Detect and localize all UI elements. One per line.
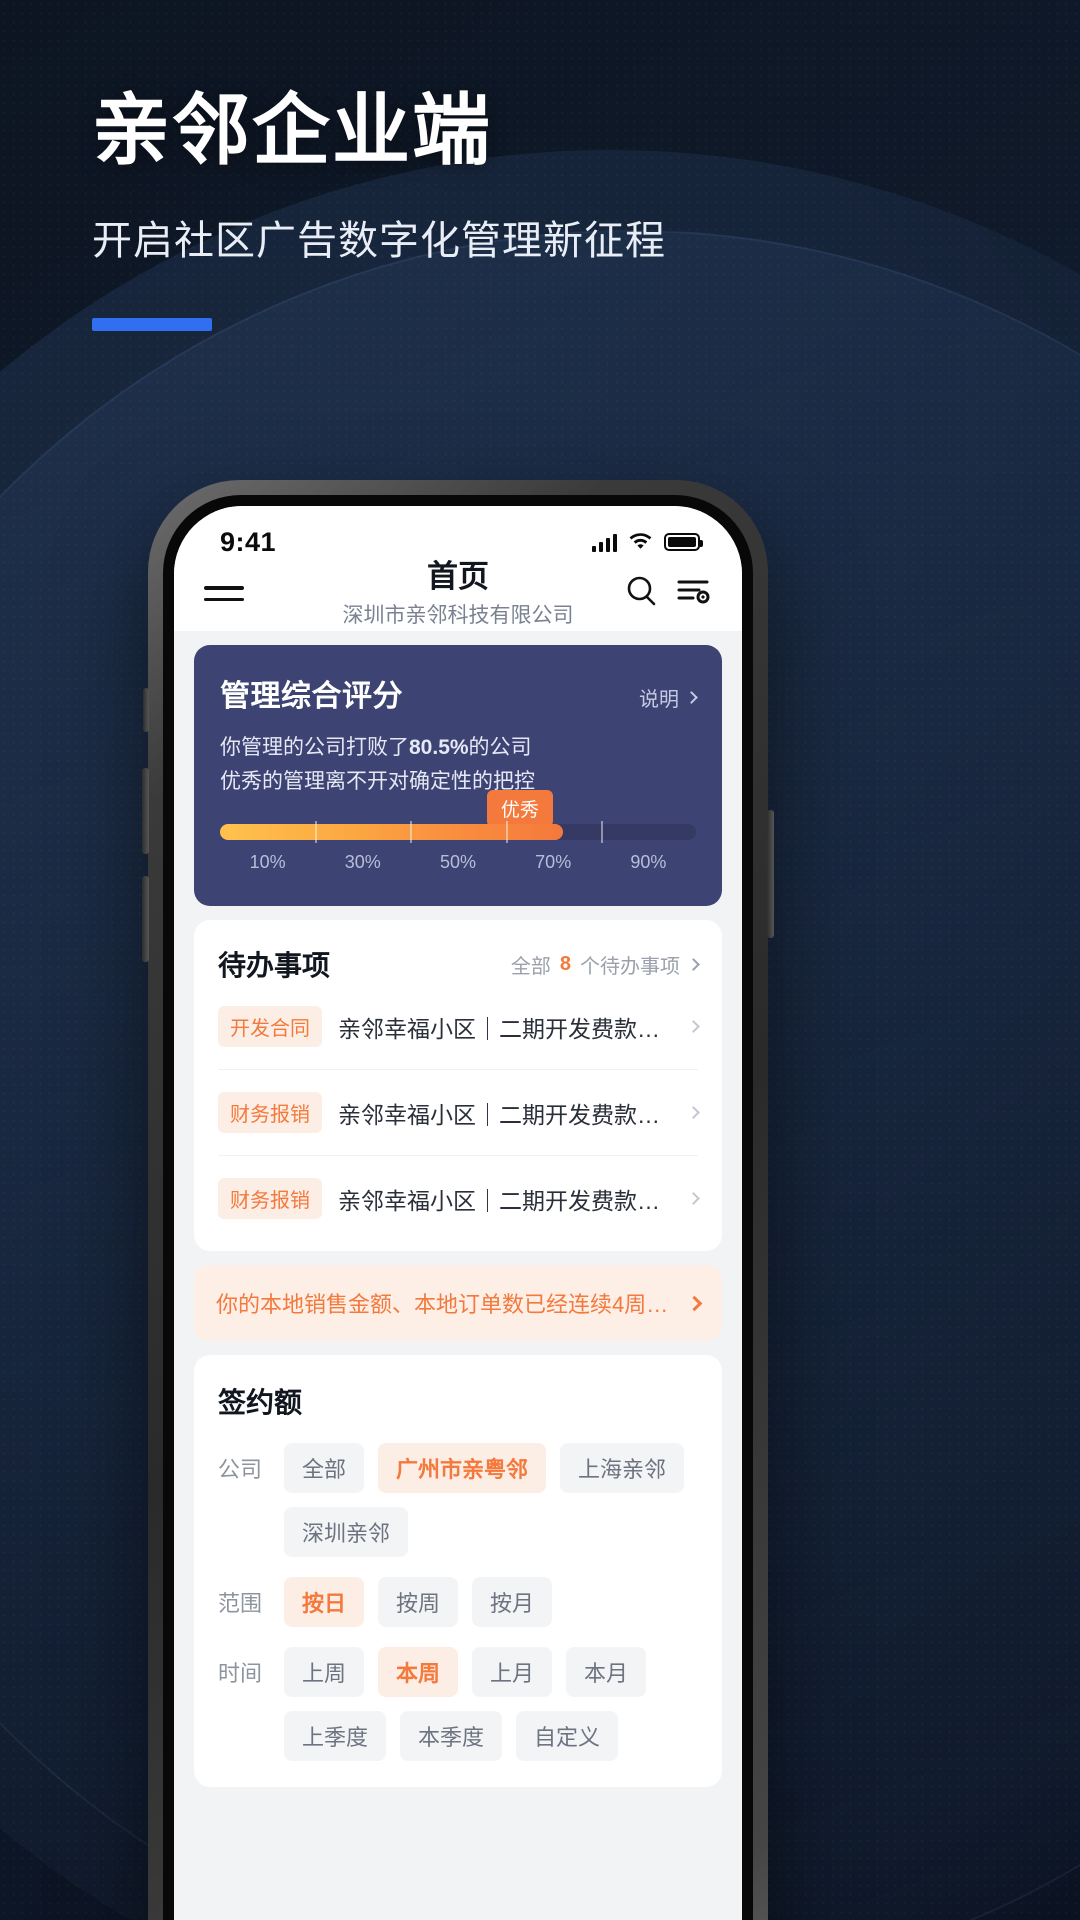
score-card-description: 你管理的公司打败了80.5%的公司 优秀的管理离不开对确定性的把控 [220,731,696,798]
score-desc-prefix: 你管理的公司打败了 [220,736,409,759]
score-gauge-ticks [220,821,696,844]
todo-card-title: 待办事项 [218,950,331,982]
filter-chip[interactable]: 上周 [284,1647,365,1698]
todo-more-count: 8 [559,952,571,975]
gauge-tick-label: 10% [249,852,286,873]
todo-tag: 开发合同 [218,1006,322,1048]
app-navbar: 首页 深圳市亲邻科技有限公司 [174,559,742,631]
filter-chip[interactable]: 全部 [284,1443,365,1494]
gauge-tick-label: 90% [630,852,667,873]
filter-chip[interactable]: 上月 [472,1647,553,1698]
hero-section: 亲邻企业端 开启社区广告数字化管理新征程 [92,86,666,332]
todo-tag: 财务报销 [218,1092,322,1134]
filter-chip[interactable]: 按周 [378,1577,459,1628]
filter-chip[interactable]: 上海亲邻 [560,1443,685,1494]
filter-chip[interactable]: 本月 [566,1647,647,1698]
filter-settings-icon[interactable] [676,575,712,612]
phone-bezel: 9:41 首页 深圳市亲邻科技有限公司 管理综合评分 说明 你管理的公司打败了8… [163,495,753,1920]
filter-chip[interactable]: 上季度 [284,1711,387,1762]
filter-chip[interactable]: 广州市亲粤邻 [378,1443,547,1494]
gauge-tick [315,821,318,844]
management-score-card: 管理综合评分 说明 你管理的公司打败了80.5%的公司 优秀的管理离不开对确定性… [194,645,722,907]
filter-row-label: 公司 [218,1457,263,1483]
filter-chip[interactable]: 按日 [284,1577,365,1628]
todo-card: 待办事项 全部 8 个待办事项 开发合同 亲邻幸福小区｜二期开发费款项报销 财务报销… [194,920,722,1252]
filter-chip[interactable]: 本周 [378,1647,459,1698]
gauge-tick [505,821,508,844]
score-desc-line2: 优秀的管理离不开对确定性的把控 [220,769,535,793]
todo-more-prefix: 全部 [510,955,551,978]
score-desc-value: 80.5% [409,736,469,759]
filter-row: 范围 按日 按周 按月 [218,1577,698,1628]
hamburger-menu-icon[interactable] [204,586,244,601]
wifi-icon [628,530,653,554]
chevron-right-icon [687,1020,700,1034]
contract-amount-card: 签约额 公司 全部 广州市亲粤邻 上海亲邻深圳亲邻范围 按日 按周 按月时间 上周 本周 上月 本月… [194,1355,722,1788]
filter-row-label: 时间 [218,1661,263,1687]
phone-mockup: 9:41 首页 深圳市亲邻科技有限公司 管理综合评分 说明 你管理的公司打败了8… [142,480,774,1920]
status-bar-time: 9:41 [220,526,277,557]
hero-title: 亲邻企业端 [92,86,493,174]
filter-rows: 公司 全部 广州市亲粤邻 上海亲邻深圳亲邻范围 按日 按周 按月时间 上周 本周 上月 本月上季度本… [218,1443,698,1762]
score-desc-suffix: 的公司 [468,736,532,759]
chevron-right-icon [687,1192,700,1206]
gauge-tick-label: 50% [439,852,477,873]
contract-amount-title: 签约额 [218,1387,303,1419]
home-scroll-content[interactable]: 管理综合评分 说明 你管理的公司打败了80.5%的公司 优秀的管理离不开对确定性… [174,631,742,1920]
todo-row[interactable]: 财务报销 亲邻幸福小区｜二期开发费款项报销 [218,1069,700,1155]
chevron-right-icon [686,1295,703,1311]
score-card-header: 管理综合评分 说明 [220,671,698,715]
warning-banner-text: 你的本地销售金额、本地订单数已经连续4周垫底… [216,1292,675,1318]
todo-text: 亲邻幸福小区｜二期开发费款项报… [338,1187,673,1214]
filter-chip[interactable]: 自定义 [516,1711,619,1762]
phone-mute-switch [143,688,149,732]
search-icon[interactable] [625,574,659,613]
phone-volume-down-button [142,876,149,962]
gauge-tick [600,821,603,844]
todo-more-suffix: 个待办事项 [580,955,680,978]
score-card-title: 管理综合评分 [220,680,403,713]
status-bar: 9:41 [174,506,742,570]
filter-chip-group: 上周 本周 上月 本月上季度 本季度 自定义 [284,1647,698,1762]
gauge-tick-label: 70% [535,852,572,873]
filter-chip[interactable]: 本季度 [400,1711,503,1762]
chevron-right-icon [685,691,698,704]
todo-row[interactable]: 财务报销 亲邻幸福小区｜二期开发费款项报… [218,1155,700,1241]
hero-accent-rule [92,318,212,332]
phone-volume-up-button [142,768,149,854]
cellular-signal-icon [591,533,617,552]
score-gauge-track [220,821,696,844]
todo-list: 开发合同 亲邻幸福小区｜二期开发费款项报销 财务报销 亲邻幸福小区｜二期开发费款项报销… [218,988,700,1241]
navbar-actions [625,574,712,613]
filter-chip-group: 按日 按周 按月 [284,1577,553,1628]
phone-power-button [767,810,774,938]
todo-card-header: 待办事项 全部 8 个待办事项 [218,944,700,988]
filter-chip[interactable]: 按月 [472,1577,553,1628]
score-gauge-badge: 优秀 [486,790,553,828]
chevron-right-icon [687,1106,700,1120]
score-gauge-tick-labels: 10% 30% 50% 70% 90% [220,852,696,876]
gauge-tick-label: 30% [344,852,381,873]
filter-chip-group: 全部 广州市亲粤邻 上海亲邻深圳亲邻 [284,1443,698,1558]
chevron-right-icon [687,957,700,971]
todo-tag: 财务报销 [218,1178,322,1220]
filter-row: 公司 全部 广州市亲粤邻 上海亲邻深圳亲邻 [218,1443,698,1558]
phone-screen: 9:41 首页 深圳市亲邻科技有限公司 管理综合评分 说明 你管理的公司打败了8… [174,506,742,1920]
gauge-tick [410,821,413,844]
filter-row-label: 范围 [218,1591,263,1617]
score-card-explain-label: 说明 [639,689,679,711]
filter-chip[interactable]: 深圳亲邻 [284,1507,409,1558]
status-bar-icons [591,530,703,554]
warning-banner[interactable]: 你的本地销售金额、本地订单数已经连续4周垫底… [194,1265,722,1342]
todo-card-view-all-link[interactable]: 全部 8 个待办事项 [510,950,700,979]
hero-subtitle: 开启社区广告数字化管理新征程 [92,219,666,264]
todo-text: 亲邻幸福小区｜二期开发费款项报销 [338,1015,673,1042]
battery-icon [664,533,703,551]
score-gauge: 优秀 10% 30% 50% 70% 90% [220,790,696,876]
todo-text: 亲邻幸福小区｜二期开发费款项报销 [338,1101,673,1128]
todo-row[interactable]: 开发合同 亲邻幸福小区｜二期开发费款项报销 [218,988,700,1069]
score-card-explain-link[interactable]: 说明 [639,683,698,712]
filter-row: 时间 上周 本周 上月 本月上季度 本季度 自定义 [218,1647,698,1762]
